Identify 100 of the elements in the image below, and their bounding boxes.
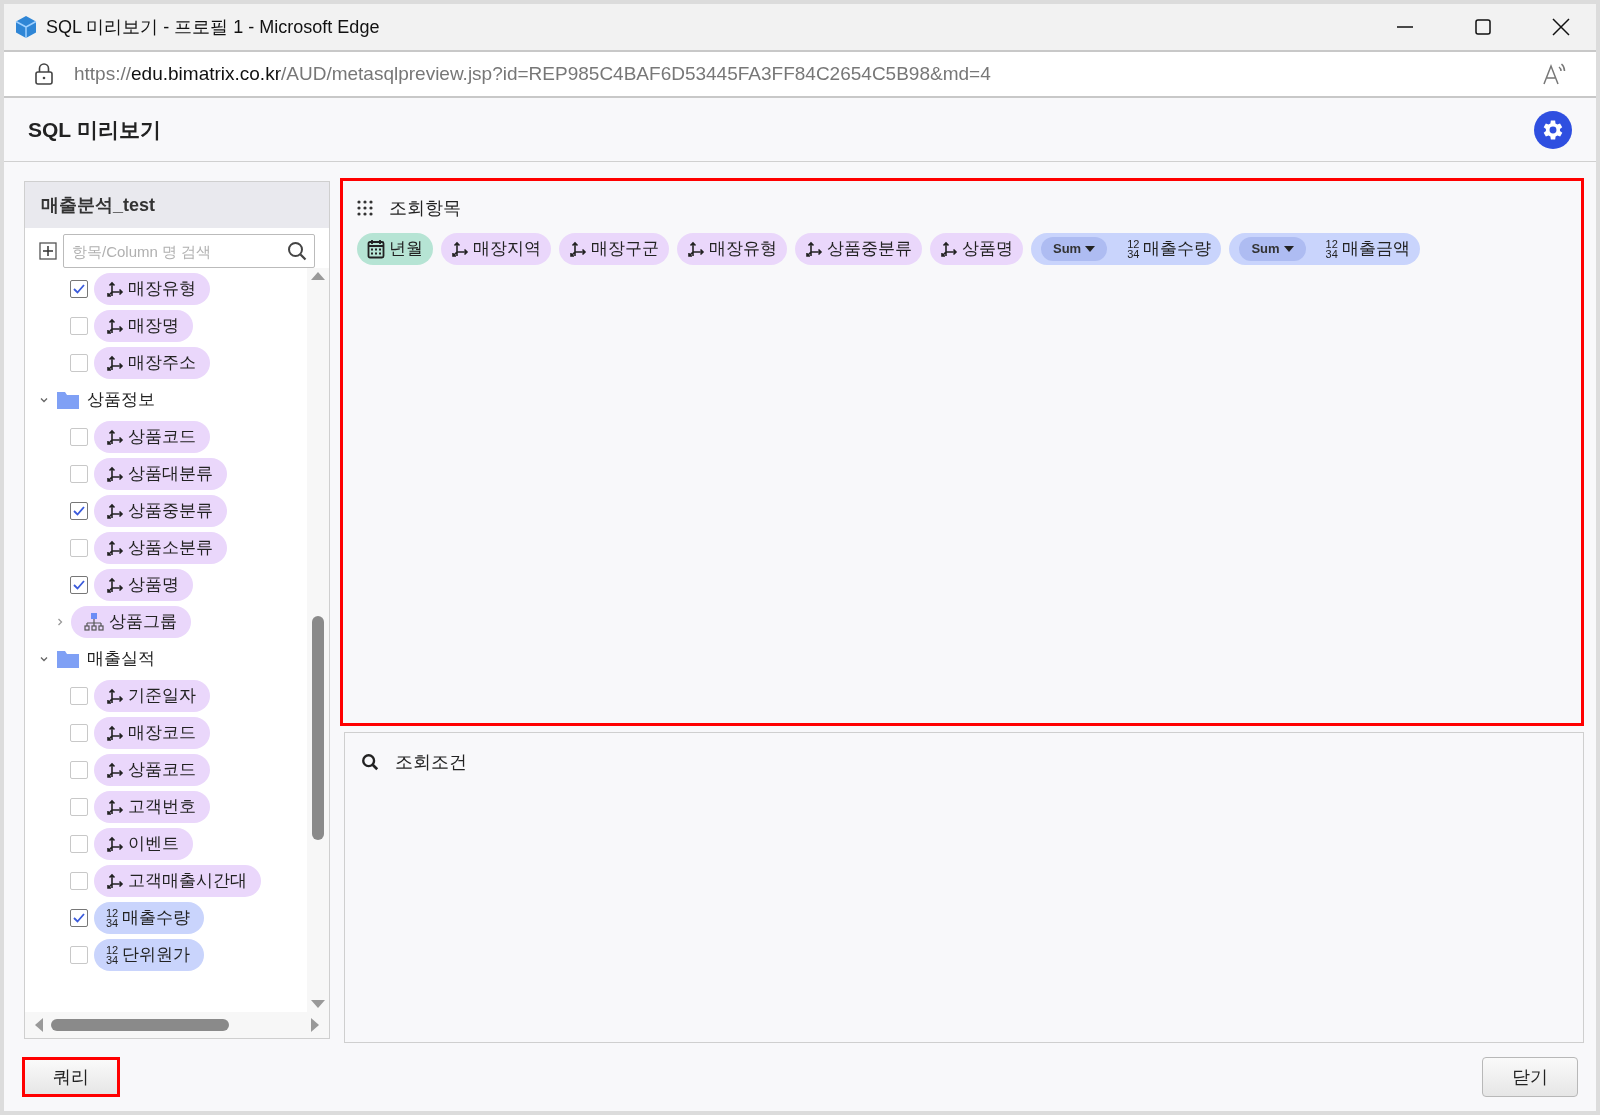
checkbox[interactable] <box>70 723 88 742</box>
number-type-icon: 12 34 <box>106 907 119 928</box>
panel-title: 조회조건 <box>395 750 467 774</box>
axis-arrows-icon <box>106 871 124 890</box>
field-chip[interactable]: 매장지역 <box>441 233 551 265</box>
field-chip[interactable]: 상품그룹 <box>71 605 191 638</box>
read-aloud-icon[interactable] <box>1542 62 1568 86</box>
scroll-up-icon[interactable] <box>311 272 325 280</box>
number-type-icon: 12 34 <box>1325 239 1338 259</box>
field-chip[interactable]: 기준일자 <box>94 679 210 712</box>
checkbox[interactable] <box>70 501 88 520</box>
number-type-icon: 12 34 <box>106 944 119 965</box>
axis-arrows-icon <box>106 686 124 705</box>
field-chip[interactable]: 상품명 <box>930 233 1023 265</box>
field-chip[interactable]: 매장명 <box>94 309 193 342</box>
search-field[interactable]: 항목/Column 명 검색 <box>63 234 315 268</box>
page-title: SQL 미리보기 <box>28 116 162 143</box>
field-chip[interactable]: 상품소분류 <box>94 531 227 564</box>
checkbox[interactable] <box>70 575 88 594</box>
close-icon[interactable] <box>1552 18 1570 36</box>
number-type-icon: 12 34 <box>1127 239 1140 259</box>
field-chip[interactable]: 상품코드 <box>94 420 210 453</box>
axis-arrows-icon <box>106 538 124 557</box>
axis-arrows-icon <box>106 353 124 372</box>
axis-arrows-icon <box>106 501 124 520</box>
axis-arrows-icon <box>805 240 823 258</box>
field-chip[interactable]: 매장주소 <box>94 346 210 379</box>
caret-icon <box>1085 246 1096 252</box>
checkbox[interactable] <box>70 279 88 298</box>
scroll-left-icon[interactable] <box>35 1018 43 1032</box>
checkbox[interactable] <box>70 871 88 890</box>
checkbox[interactable] <box>70 797 88 816</box>
sidebar-title: 매출분석_test <box>41 193 156 217</box>
lock-icon <box>34 62 54 86</box>
calendar-icon <box>367 239 385 259</box>
field-chip[interactable]: 매장구군 <box>559 233 669 265</box>
search-icon <box>361 753 379 771</box>
horizontal-scrollbar[interactable] <box>25 1012 329 1038</box>
hierarchy-icon <box>83 611 105 632</box>
axis-arrows-icon <box>106 464 124 483</box>
checkbox[interactable] <box>70 686 88 705</box>
checkbox[interactable] <box>70 908 88 927</box>
scroll-thumb[interactable] <box>51 1019 229 1031</box>
settings-button[interactable] <box>1534 110 1572 149</box>
scroll-thumb[interactable] <box>312 616 324 840</box>
checkbox[interactable] <box>70 427 88 446</box>
folder-label[interactable]: 매출실적 <box>87 645 155 672</box>
checkbox[interactable] <box>70 464 88 483</box>
field-chip[interactable]: 상품대분류 <box>94 457 227 490</box>
footer-button[interactable]: 닫기 <box>1482 1057 1578 1097</box>
maximize-icon[interactable] <box>1475 19 1491 35</box>
axis-arrows-icon <box>106 575 124 594</box>
axis-arrows-icon <box>106 797 124 816</box>
panel-title: 조회항목 <box>389 196 461 220</box>
checkbox[interactable] <box>70 316 88 335</box>
cube-logo-icon <box>14 15 38 39</box>
checkbox[interactable] <box>70 538 88 557</box>
search-icon[interactable] <box>287 241 307 261</box>
chevron-icon[interactable] <box>55 616 65 627</box>
field-chip[interactable]: 상품코드 <box>94 753 210 786</box>
folder-icon <box>57 649 79 668</box>
axis-arrows-icon <box>106 834 124 853</box>
scroll-right-icon[interactable] <box>311 1018 319 1032</box>
grid-dots-icon <box>357 200 373 216</box>
aggregate-dropdown[interactable]: Sum <box>1041 237 1108 261</box>
vertical-scrollbar[interactable] <box>307 268 329 1012</box>
aggregate-dropdown[interactable]: Sum <box>1239 237 1306 261</box>
field-chip[interactable]: 고객매출시간대 <box>94 864 261 897</box>
scroll-down-icon[interactable] <box>311 1000 325 1008</box>
caret-icon <box>1283 246 1294 252</box>
checkbox[interactable] <box>70 353 88 372</box>
window-title: SQL 미리보기 - 프로필 1 - Microsoft Edge <box>46 15 381 39</box>
field-chip[interactable]: 상품중분류 <box>94 494 227 527</box>
axis-arrows-icon <box>106 279 124 298</box>
field-chip[interactable]: 매장코드 <box>94 716 210 749</box>
footer-button[interactable]: 쿼리 <box>22 1057 120 1097</box>
folder-label[interactable]: 상품정보 <box>87 386 155 413</box>
checkmark-icon <box>73 505 85 516</box>
field-chip[interactable]: 이벤트 <box>94 827 193 860</box>
url-text: https://edu.bimatrix.co.kr/AUD/metasqlpreview.jsp?id=REP985C4BAF6D53445FA3FF84C2654C5B98&md=4 <box>74 61 992 86</box>
field-chip[interactable]: 고객번호 <box>94 790 210 823</box>
axis-arrows-icon <box>106 723 124 742</box>
expand-all-icon[interactable] <box>39 242 57 260</box>
checkmark-icon <box>73 579 85 590</box>
field-chip[interactable]: 상품명 <box>94 568 193 601</box>
field-chip[interactable]: 매장유형 <box>94 272 210 305</box>
field-chip[interactable]: 매장유형 <box>677 233 787 265</box>
field-chip[interactable]: 년월 <box>357 233 433 265</box>
axis-arrows-icon <box>106 427 124 446</box>
checkbox[interactable] <box>70 834 88 853</box>
axis-arrows-icon <box>106 760 124 779</box>
axis-arrows-icon <box>687 240 705 258</box>
checkbox[interactable] <box>70 945 88 964</box>
axis-arrows-icon <box>451 240 469 258</box>
folder-icon <box>57 390 79 409</box>
axis-arrows-icon <box>940 240 958 258</box>
field-chip[interactable]: 상품중분류 <box>795 233 922 265</box>
checkmark-icon <box>73 283 85 294</box>
checkbox[interactable] <box>70 760 88 779</box>
address-bar[interactable]: https://edu.bimatrix.co.kr/AUD/metasqlpreview.jsp?id=REP985C4BAF6D53445FA3FF84C2654C5B98&md=4 <box>4 50 1596 98</box>
